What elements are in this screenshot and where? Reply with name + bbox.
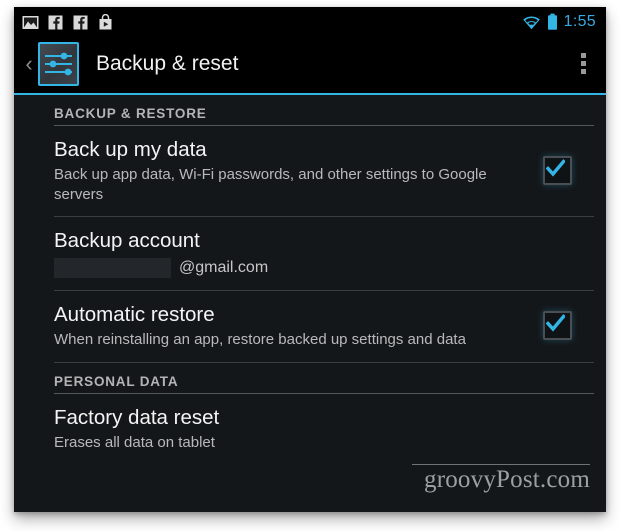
section-header-label: PERSONAL DATA — [54, 373, 179, 389]
page-title: Backup & reset — [96, 51, 239, 75]
settings-list: BACKUP & RESTORE Back up my data Back up… — [14, 95, 606, 512]
checkmark-icon — [546, 314, 565, 332]
device-screen: 1:55 ‹ Backup & reset BACKUP & RESTORE B… — [14, 7, 606, 512]
overflow-dot-2 — [580, 61, 586, 66]
play-store-bag-icon — [97, 13, 114, 31]
pref-title: Backup account — [54, 229, 200, 252]
status-bar-clock: 1:55 — [563, 13, 596, 30]
pref-row-back-up-my-data[interactable]: Back up my data Back up app data, Wi-Fi … — [54, 126, 594, 217]
account-value: @gmail.com — [54, 258, 580, 278]
pref-title: Back up my data — [54, 138, 207, 161]
checkbox-automatic-restore[interactable] — [543, 311, 572, 341]
status-indicators: 1:55 — [522, 13, 596, 31]
action-bar: ‹ Backup & reset — [14, 37, 606, 90]
facebook-icon-2 — [72, 14, 89, 31]
wifi-icon — [522, 14, 541, 31]
pref-row-automatic-restore[interactable]: Automatic restore When reinstalling an a… — [54, 291, 594, 363]
section-header-label: BACKUP & RESTORE — [54, 106, 207, 121]
pref-row-backup-account[interactable]: Backup account @gmail.com — [54, 217, 594, 291]
pref-text: Factory data reset Erases all data on ta… — [54, 405, 594, 453]
pref-summary: When reinstalling an app, restore backed… — [54, 331, 466, 348]
status-bar: 1:55 — [14, 7, 606, 37]
watermark: groovyPost.com — [412, 464, 590, 494]
pref-summary: Back up app data, Wi-Fi passwords, and o… — [54, 166, 487, 203]
battery-icon — [547, 13, 558, 31]
pref-summary: Erases all data on tablet — [54, 433, 215, 451]
section-header-personal-data: PERSONAL DATA — [54, 363, 594, 394]
section-header-backup-restore: BACKUP & RESTORE — [54, 95, 594, 126]
overflow-menu-icon[interactable] — [572, 46, 594, 82]
watermark-rule — [412, 464, 590, 465]
account-domain: @gmail.com — [179, 259, 269, 276]
gallery-photo-icon — [22, 14, 39, 31]
overflow-dot-1 — [580, 53, 586, 58]
pref-title: Factory data reset — [54, 405, 220, 429]
checkbox-back-up-my-data[interactable] — [543, 156, 572, 185]
redacted-account-name — [54, 258, 171, 278]
pref-text: Back up my data Back up app data, Wi-Fi … — [54, 137, 543, 204]
notification-icons — [22, 13, 522, 31]
checkmark-icon — [546, 159, 565, 177]
pref-text: Automatic restore When reinstalling an a… — [54, 302, 543, 350]
pref-text: Backup account @gmail.com — [54, 228, 594, 278]
watermark-text: groovyPost.com — [424, 466, 590, 493]
pref-row-factory-data-reset[interactable]: Factory data reset Erases all data on ta… — [54, 394, 594, 465]
settings-sliders-icon[interactable] — [38, 41, 79, 86]
back-chevron-icon[interactable]: ‹ — [22, 52, 36, 75]
overflow-dot-3 — [580, 69, 586, 74]
facebook-icon — [47, 14, 64, 31]
pref-title: Automatic restore — [54, 303, 215, 326]
